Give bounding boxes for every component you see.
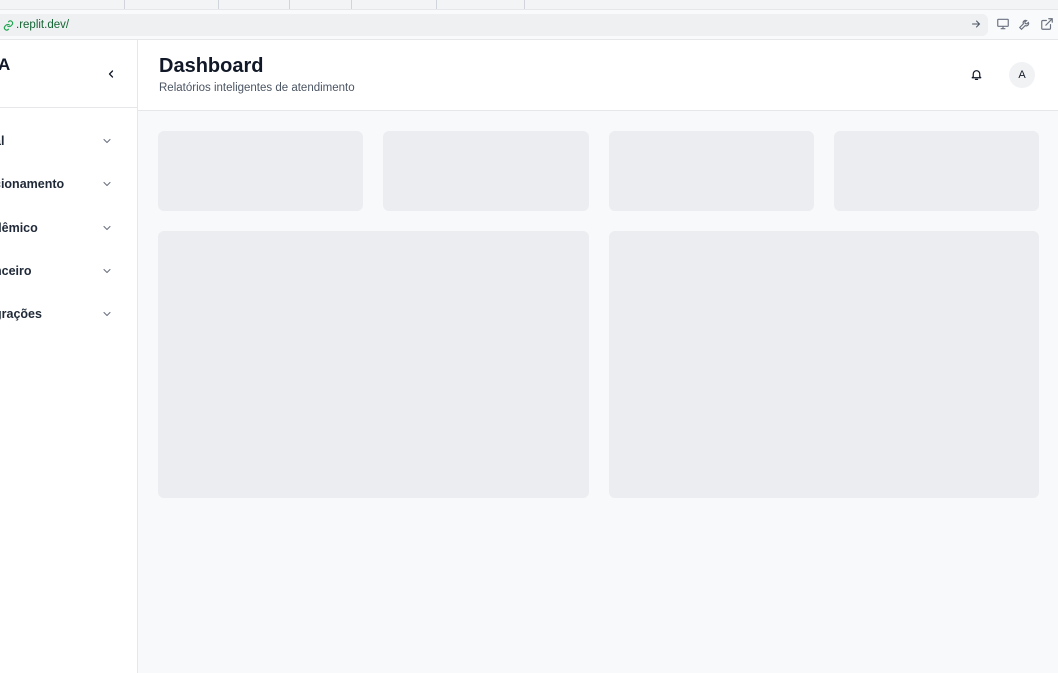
browser-tab-strip bbox=[0, 0, 1058, 10]
sidebar-item-geral[interactable]: al bbox=[0, 129, 137, 153]
chevron-down-icon bbox=[101, 222, 113, 234]
chevron-down-icon bbox=[101, 308, 113, 320]
sidebar-item-financeiro[interactable]: nceiro bbox=[0, 259, 137, 283]
sidebar-item-integracoes[interactable]: grações bbox=[0, 302, 137, 326]
page-header: Dashboard Relatórios inteligentes de ate… bbox=[138, 40, 1058, 111]
user-avatar[interactable]: A bbox=[1009, 62, 1035, 88]
link-icon bbox=[3, 19, 14, 31]
browser-url-bar: .replit.dev/ bbox=[0, 10, 1058, 40]
kpi-card-skeleton bbox=[383, 131, 589, 211]
tab-separator bbox=[124, 0, 125, 9]
tab-separator bbox=[436, 0, 437, 9]
sidebar-item-academico[interactable]: dêmico bbox=[0, 216, 137, 240]
kpi-card-skeleton bbox=[158, 131, 363, 211]
notifications-button[interactable] bbox=[967, 65, 985, 83]
sidebar-item-label: grações bbox=[0, 307, 42, 321]
wrench-icon[interactable] bbox=[1018, 17, 1032, 31]
sidebar-item-label: cionamento bbox=[0, 177, 65, 191]
chevron-down-icon bbox=[101, 135, 113, 147]
kpi-card-skeleton bbox=[834, 131, 1039, 211]
tab-separator bbox=[351, 0, 352, 9]
sidebar-title: A bbox=[0, 55, 11, 74]
collapse-sidebar-button[interactable] bbox=[101, 64, 121, 84]
chevron-left-icon bbox=[108, 70, 114, 78]
bell-icon bbox=[971, 69, 981, 80]
tab-separator bbox=[289, 0, 290, 9]
sidebar-item-label: al bbox=[0, 134, 5, 148]
url-text: .replit.dev/ bbox=[16, 19, 70, 31]
page-subtitle: Relatórios inteligentes de atendimento bbox=[159, 82, 355, 94]
chevron-down-icon bbox=[101, 178, 113, 190]
page-title: Dashboard bbox=[159, 55, 264, 77]
sidebar-item-label: nceiro bbox=[0, 264, 32, 278]
chart-panel-skeleton bbox=[609, 231, 1039, 498]
external-link-icon[interactable] bbox=[1040, 17, 1054, 31]
chart-panel-skeleton bbox=[158, 231, 589, 498]
sidebar-header: A l bbox=[0, 40, 137, 108]
monitor-icon[interactable] bbox=[996, 17, 1010, 31]
arrow-right-icon[interactable] bbox=[970, 18, 982, 30]
tab-separator bbox=[218, 0, 219, 9]
url-field[interactable]: .replit.dev/ bbox=[0, 14, 988, 36]
sidebar: A l al cionamento dêmico nceiro grações bbox=[0, 40, 138, 673]
sidebar-item-relacionamento[interactable]: cionamento bbox=[0, 172, 137, 196]
tab-separator bbox=[524, 0, 525, 9]
sidebar-item-label: dêmico bbox=[0, 221, 38, 235]
main-content: Dashboard Relatórios inteligentes de ate… bbox=[138, 40, 1058, 673]
chevron-down-icon bbox=[101, 265, 113, 277]
kpi-card-skeleton bbox=[609, 131, 814, 211]
